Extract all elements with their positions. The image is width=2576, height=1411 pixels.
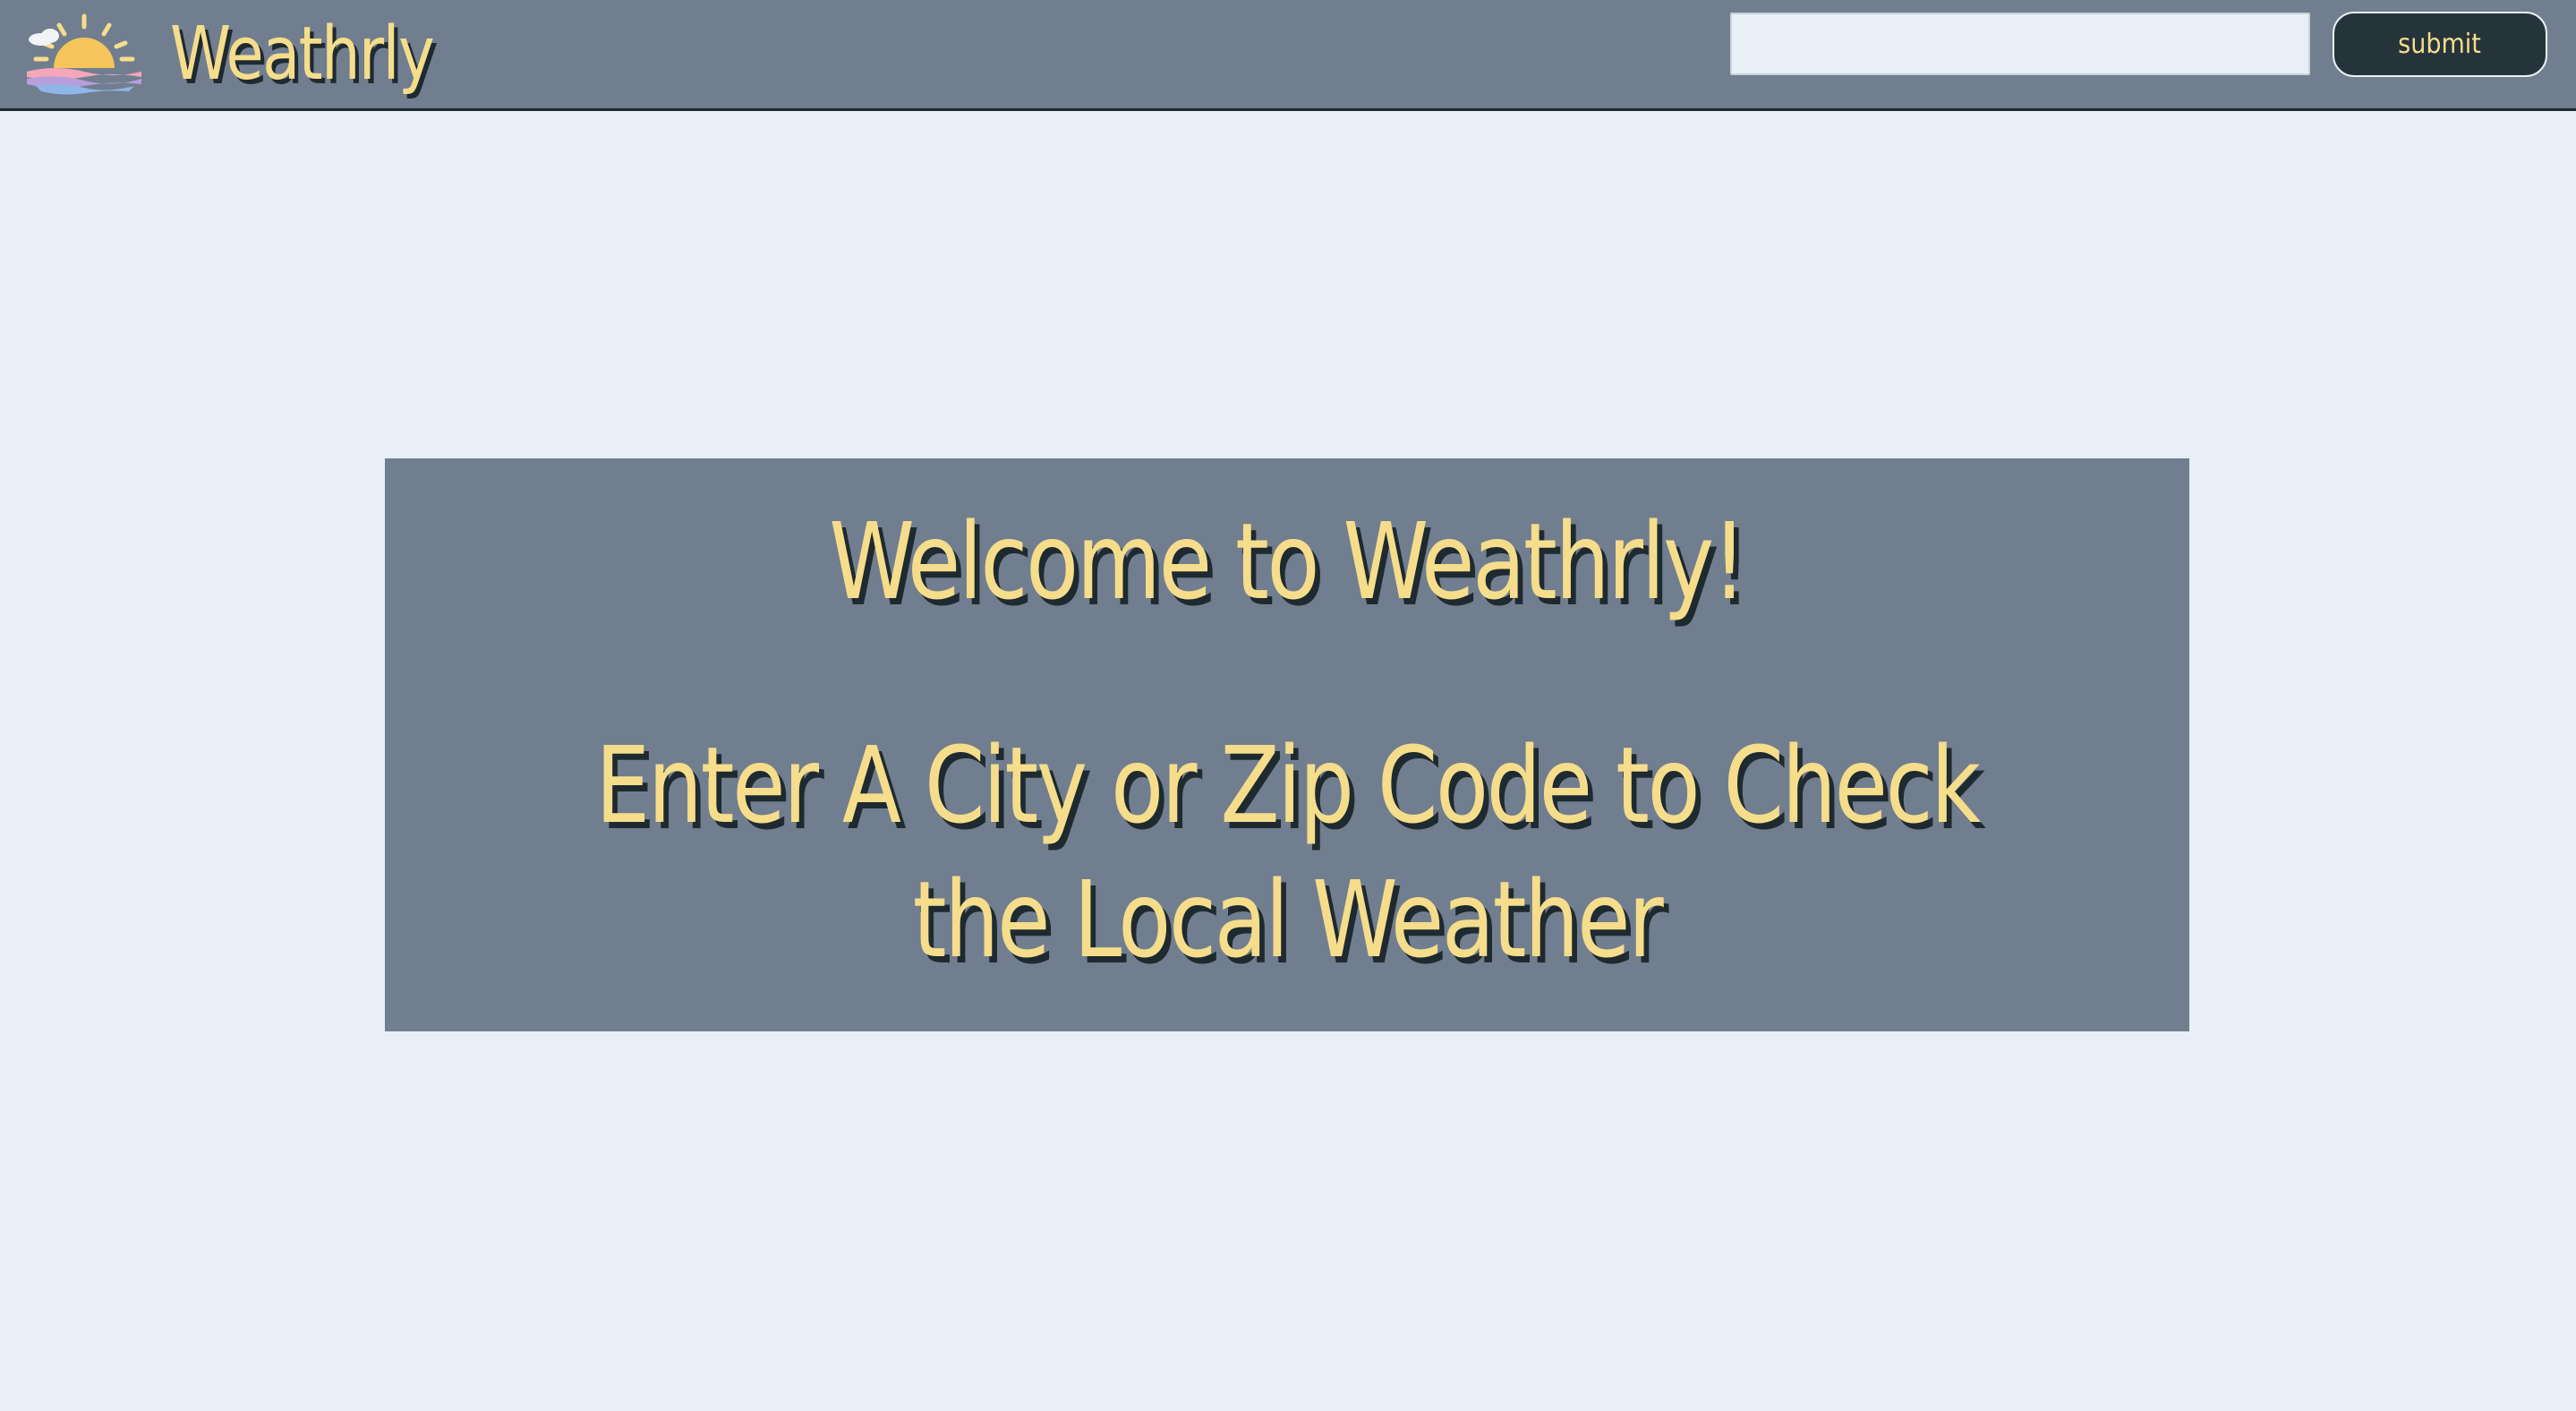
- welcome-title: Welcome to Weathrly!: [385, 494, 2189, 629]
- welcome-instructions: Enter A City or Zip Code to Check the Lo…: [439, 718, 2136, 987]
- submit-button[interactable]: submit: [2333, 12, 2547, 77]
- location-search-input[interactable]: [1730, 13, 2310, 75]
- sunset-over-water-icon: [23, 13, 145, 95]
- welcome-title-text: Welcome to Weathrly!: [829, 500, 1747, 623]
- brand-name: Weathrly: [170, 12, 435, 97]
- header-bar: Weathrly submit: [0, 0, 2576, 111]
- welcome-panel: Welcome to Weathrly! Enter A City or Zip…: [385, 458, 2189, 1031]
- welcome-instructions-text: Enter A City or Zip Code to Check the Lo…: [595, 723, 1981, 981]
- submit-button-label: submit: [2398, 29, 2482, 60]
